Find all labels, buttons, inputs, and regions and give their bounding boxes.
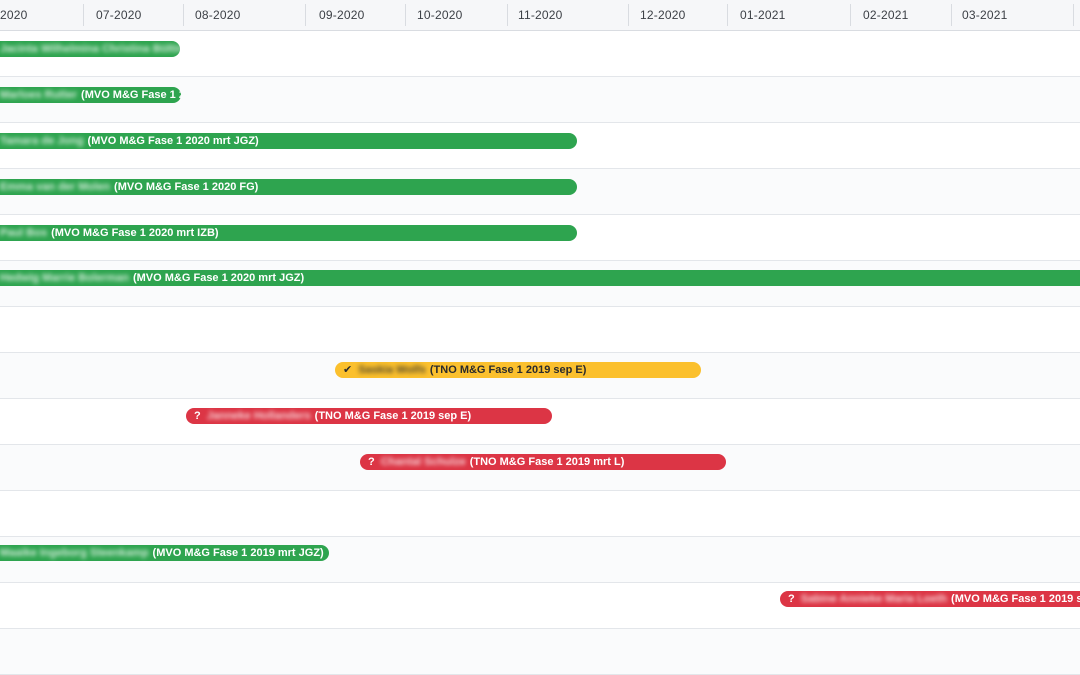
person-name: Saskia Wolfs: [358, 364, 426, 376]
person-name: Hedwig Marrie Bolerman: [0, 272, 129, 284]
booking-bar[interactable]: Hedwig Marrie Bolerman (MVO M&G Fase 1 20…: [0, 270, 1080, 286]
person-name: Janneke Hollanders: [206, 410, 311, 422]
project-label: (MVO M&G Fase 1 2020 mrt JGZ): [87, 135, 259, 147]
timeline-row: [0, 307, 1080, 353]
project-label: (TNO M&G Fase 1 2019 mrt L): [469, 456, 625, 468]
project-label: (MVO M&G Fase 1 20: [81, 89, 181, 101]
booking-bar[interactable]: ? Janneke Hollanders (TNO M&G Fase 1 2019 …: [186, 408, 552, 424]
month-label: 09-2020: [319, 8, 365, 22]
booking-bar[interactable]: Jacinta Wilhelmina Christina Bültink: [0, 41, 180, 57]
booking-bar[interactable]: Paul Bos (MVO M&G Fase 1 2020 mrt IZB): [0, 225, 577, 241]
timeline-row: Emma van der Molen (MVO M&G Fase 1 2020 F…: [0, 169, 1080, 215]
project-label: (TNO M&G Fase 1 2019 sep E): [314, 410, 472, 422]
month-label: 02-2021: [863, 8, 909, 22]
month-divider: [183, 4, 184, 26]
booking-bar[interactable]: Tamara de Jong (MVO M&G Fase 1 2020 mrt J…: [0, 133, 577, 149]
month-divider: [628, 4, 629, 26]
timeline-row: Hedwig Marrie Bolerman (MVO M&G Fase 1 20…: [0, 261, 1080, 307]
booking-bar[interactable]: Marloes Rutter (MVO M&G Fase 1 20: [0, 87, 181, 103]
month-divider: [727, 4, 728, 26]
month-label: 2020: [0, 8, 28, 22]
person-name: Paul Bos: [0, 227, 48, 239]
timeline-row: Paul Bos (MVO M&G Fase 1 2020 mrt IZB): [0, 215, 1080, 261]
project-label: (MVO M&G Fase 1 2020 mrt IZB): [51, 227, 219, 239]
person-name: Marloes Rutter: [0, 89, 78, 101]
month-label: 03-2021: [962, 8, 1008, 22]
booking-bar[interactable]: Maaike Ingeborg Steenkamp (MVO M&G Fase 1…: [0, 545, 329, 561]
project-label: (MVO M&G Fase 1 2020 FG): [114, 181, 259, 193]
month-divider: [305, 4, 306, 26]
booking-bar[interactable]: ? Sabine Annieke Maria Loeth (MVO M&G Fase…: [780, 591, 1080, 607]
month-divider: [405, 4, 406, 26]
project-label: (MVO M&G Fase 1 2020 mrt JGZ): [132, 272, 305, 284]
person-name: Tamara de Jong: [0, 135, 84, 147]
month-label: 11-2020: [518, 8, 563, 22]
month-label: 01-2021: [740, 8, 786, 22]
question-icon: ?: [788, 593, 795, 605]
timeline-row: Maaike Ingeborg Steenkamp (MVO M&G Fase 1…: [0, 537, 1080, 583]
timeline-header: 2020 07-2020 08-2020 09-2020 10-2020 11-…: [0, 0, 1080, 31]
timeline-row: ? Sabine Annieke Maria Loeth (MVO M&G Fase…: [0, 583, 1080, 629]
project-label: (MVO M&G Fase 1 2019 s: [951, 593, 1080, 605]
gantt-chart: 2020 07-2020 08-2020 09-2020 10-2020 11-…: [0, 0, 1080, 675]
timeline-row: ✔ Saskia Wolfs (TNO M&G Fase 1 2019 sep E): [0, 353, 1080, 399]
timeline-row: [0, 629, 1080, 675]
timeline-row: Jacinta Wilhelmina Christina Bültink: [0, 31, 1080, 77]
month-divider: [1073, 4, 1074, 26]
person-name: Jacinta Wilhelmina Christina Bültink: [0, 43, 180, 55]
check-icon: ✔: [343, 364, 353, 376]
timeline-row: ? Janneke Hollanders (TNO M&G Fase 1 2019 …: [0, 399, 1080, 445]
person-name: Sabine Annieke Maria Loeth: [800, 593, 948, 605]
timeline-row: ? Chantal Schulze (TNO M&G Fase 1 2019 mrt…: [0, 445, 1080, 491]
person-name: Emma van der Molen: [0, 181, 111, 193]
timeline-row: [0, 491, 1080, 537]
month-divider: [83, 4, 84, 26]
timeline-row: Tamara de Jong (MVO M&G Fase 1 2020 mrt J…: [0, 123, 1080, 169]
month-label: 07-2020: [96, 8, 142, 22]
timeline-row: Marloes Rutter (MVO M&G Fase 1 20: [0, 77, 1080, 123]
question-icon: ?: [368, 456, 375, 468]
month-divider: [850, 4, 851, 26]
booking-bar[interactable]: ? Chantal Schulze (TNO M&G Fase 1 2019 mrt…: [360, 454, 726, 470]
person-name: Chantal Schulze: [380, 456, 466, 468]
month-label: 10-2020: [417, 8, 463, 22]
booking-bar[interactable]: Emma van der Molen (MVO M&G Fase 1 2020 F…: [0, 179, 577, 195]
month-label: 12-2020: [640, 8, 686, 22]
project-label: (TNO M&G Fase 1 2019 sep E): [429, 364, 587, 376]
question-icon: ?: [194, 410, 201, 422]
project-label: (MVO M&G Fase 1 2019 mrt JGZ): [152, 547, 324, 559]
booking-bar[interactable]: ✔ Saskia Wolfs (TNO M&G Fase 1 2019 sep E): [335, 362, 701, 378]
month-label: 08-2020: [195, 8, 241, 22]
person-name: Maaike Ingeborg Steenkamp: [0, 547, 149, 559]
